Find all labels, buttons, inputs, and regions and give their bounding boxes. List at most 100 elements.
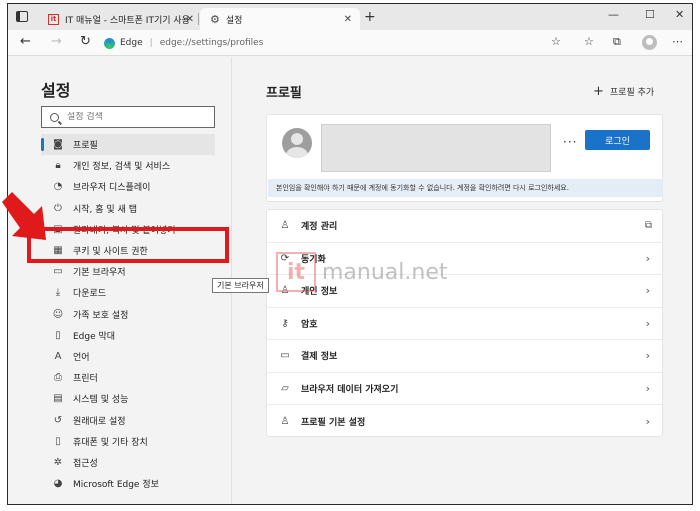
minimize-button[interactable]: —: [608, 8, 619, 21]
sidebar-item-reset[interactable]: ↺ 원래대로 설정: [41, 409, 215, 430]
sidebar-item-label: 프로필: [73, 141, 98, 152]
maximize-button[interactable]: ☐: [645, 8, 655, 21]
bar-icon: ▯: [55, 329, 61, 341]
sidebar-item-label: 다운로드: [73, 289, 107, 300]
address-url: edge://settings/profiles: [159, 38, 264, 48]
lock-icon: 🔒︎: [55, 160, 61, 172]
plus-icon: +: [593, 84, 604, 99]
sync-notice: 본인임을 확인해야 하기 때문에 계정에 동기화할 수 없습니다. 계정을 확인…: [268, 179, 663, 197]
sidebar-item-system[interactable]: ▤ 시스템 및 성능: [41, 388, 215, 409]
add-profile-button[interactable]: + 프로필 추가: [593, 84, 654, 99]
phone-icon: ▯: [55, 435, 61, 447]
tab-strip: it IT 매뉴얼 - 스마트폰 IT기기 사용 ✕ ⚙ 설정 ✕ + — ☐ …: [8, 4, 692, 30]
family-icon: ☺: [52, 308, 64, 320]
login-button[interactable]: 로그인: [585, 130, 650, 150]
sidebar-item-about[interactable]: ◕ Microsoft Edge 정보: [41, 473, 215, 494]
more-options-icon[interactable]: ···: [563, 135, 577, 149]
edge-logo-icon: [104, 37, 115, 49]
browser-icon: ▭: [53, 266, 63, 278]
search-input[interactable]: [67, 112, 207, 122]
tab-actions-icon[interactable]: [16, 11, 28, 22]
sidebar-item-label: 기본 브라우저: [73, 268, 126, 279]
address-site-label: Edge: [120, 38, 143, 48]
avatar: [282, 128, 312, 158]
collections-icon[interactable]: ⧉: [613, 35, 621, 49]
search-icon: [50, 112, 59, 122]
person-icon: ♙: [280, 220, 290, 232]
sidebar-item-printers[interactable]: ⎙ 프린터: [41, 367, 215, 388]
edge-icon: ◕: [53, 478, 63, 490]
address-bar[interactable]: Edge | edge://settings/profiles: [104, 33, 584, 53]
menu-account-manage[interactable]: ♙ 계정 관리 ⧉: [267, 210, 662, 243]
sidebar-item-appearance[interactable]: ◔ 브라우저 디스플레이: [41, 176, 215, 197]
add-profile-label: 프로필 추가: [609, 88, 655, 98]
sidebar-item-label: 언어: [73, 352, 90, 363]
menu-label: 암호: [301, 319, 318, 330]
add-favorite-icon[interactable]: ☆: [551, 35, 561, 48]
settings-search[interactable]: [41, 106, 215, 128]
close-icon[interactable]: ✕: [344, 14, 352, 25]
back-arrow-icon[interactable]: ←: [20, 34, 31, 49]
chevron-right-icon: ›: [645, 316, 650, 330]
sidebar-item-label: 원래대로 설정: [73, 416, 126, 427]
chevron-right-icon: ›: [645, 381, 650, 395]
sidebar-item-label: 가족 보호 설정: [73, 310, 129, 321]
sidebar-item-edge-bar[interactable]: ▯ Edge 막대: [41, 325, 215, 346]
forward-arrow-icon[interactable]: →: [51, 34, 62, 49]
tooltip: 기본 브라우저: [212, 278, 269, 293]
menu-profile-preferences[interactable]: ♙ 프로필 기본 설정 ›: [267, 405, 662, 438]
chevron-right-icon: ›: [645, 349, 650, 363]
menu-passwords[interactable]: ⚷ 암호 ›: [267, 308, 662, 340]
sidebar-item-privacy[interactable]: 🔒︎ 개인 정보, 검색 및 서비스: [41, 155, 215, 176]
profile-settings-icon: ♙: [280, 415, 290, 427]
tab-it-manual[interactable]: it IT 매뉴얼 - 스마트폰 IT기기 사용 ✕: [42, 8, 202, 30]
reset-icon: ↺: [53, 414, 63, 426]
printer-icon: ⎙: [54, 372, 62, 384]
more-menu-icon[interactable]: ⋯: [672, 35, 683, 48]
settings-sidebar: 설정 ◙ 프로필 🔒︎ 개인 정보, 검색 및 서비스 ◔브라우저 디스플레이 ⏻시…: [8, 57, 232, 504]
tab-label: 설정: [225, 15, 243, 26]
close-window-button[interactable]: ✕: [675, 8, 684, 21]
watermark-text: manual.net: [322, 259, 448, 285]
sidebar-title: 설정: [41, 81, 71, 100]
sidebar-item-label: 시작, 홈 및 새 탭: [73, 204, 137, 215]
menu-label: 프로필 기본 설정: [301, 417, 366, 428]
sidebar-item-family[interactable]: ☺ 가족 보호 설정: [41, 304, 215, 325]
import-icon: ▱: [281, 382, 289, 394]
it-favicon-icon: it: [48, 13, 59, 25]
download-icon: ⤓: [55, 287, 61, 299]
sidebar-item-languages[interactable]: A 언어: [41, 346, 215, 367]
refresh-icon[interactable]: ↻: [80, 34, 91, 49]
watermark-logo: it: [276, 252, 316, 292]
sidebar-item-label: 브라우저 디스플레이: [73, 183, 151, 194]
menu-label: 브라우저 데이터 가져오기: [301, 384, 399, 395]
language-icon: A: [54, 350, 62, 362]
sidebar-item-label: Edge 막대: [73, 331, 116, 342]
sidebar-item-start-home[interactable]: ⏻ 시작, 홈 및 새 탭: [41, 198, 215, 219]
sidebar-item-accessibility[interactable]: ✲ 접근성: [41, 452, 215, 473]
sidebar-item-phone[interactable]: ▯ 휴대폰 및 기타 장치: [41, 431, 215, 452]
page-title: 프로필: [266, 86, 302, 101]
profile-card: ··· 로그인 본인임을 확인해야 하기 때문에 계정에 동기화할 수 없습니다…: [266, 114, 663, 202]
watermark: it manual.net: [276, 252, 448, 292]
card-icon: ▭: [280, 350, 290, 362]
menu-import-data[interactable]: ▱ 브라우저 데이터 가져오기 ›: [267, 373, 662, 405]
tab-settings[interactable]: ⚙ 설정 ✕: [200, 8, 360, 30]
chevron-right-icon: ›: [645, 414, 650, 428]
sidebar-item-label: Microsoft Edge 정보: [73, 480, 159, 491]
menu-payment[interactable]: ▭ 결제 정보 ›: [267, 340, 662, 373]
favorites-icon[interactable]: ☆: [584, 35, 594, 48]
new-tab-button[interactable]: +: [364, 9, 376, 25]
sidebar-item-profile[interactable]: ◙ 프로필: [41, 134, 215, 156]
sidebar-item-downloads[interactable]: ⤓ 다운로드: [41, 282, 215, 303]
profile-menu: ♙ 계정 관리 ⧉ ⟳ 동기화 › ♙ 개인 정보 › ⚷ 암호 › ▭ 결제 정보 › ▱ 브라우저…: [266, 209, 663, 437]
sidebar-list: ◙ 프로필 🔒︎ 개인 정보, 검색 및 서비스 ◔ 브라우저 디스플레이 ⏻ 시작, …: [41, 134, 215, 494]
profile-icon: ◙: [53, 139, 63, 151]
external-link-icon: ⧉: [644, 220, 652, 232]
close-icon[interactable]: ✕: [186, 14, 194, 25]
menu-label: 결제 정보: [301, 352, 338, 363]
sidebar-item-label: 접근성: [73, 458, 98, 469]
sidebar-item-default-browser[interactable]: ▭ 기본 브라우저: [41, 261, 215, 282]
system-icon: ▤: [53, 393, 63, 405]
profile-avatar-icon[interactable]: [642, 35, 657, 50]
